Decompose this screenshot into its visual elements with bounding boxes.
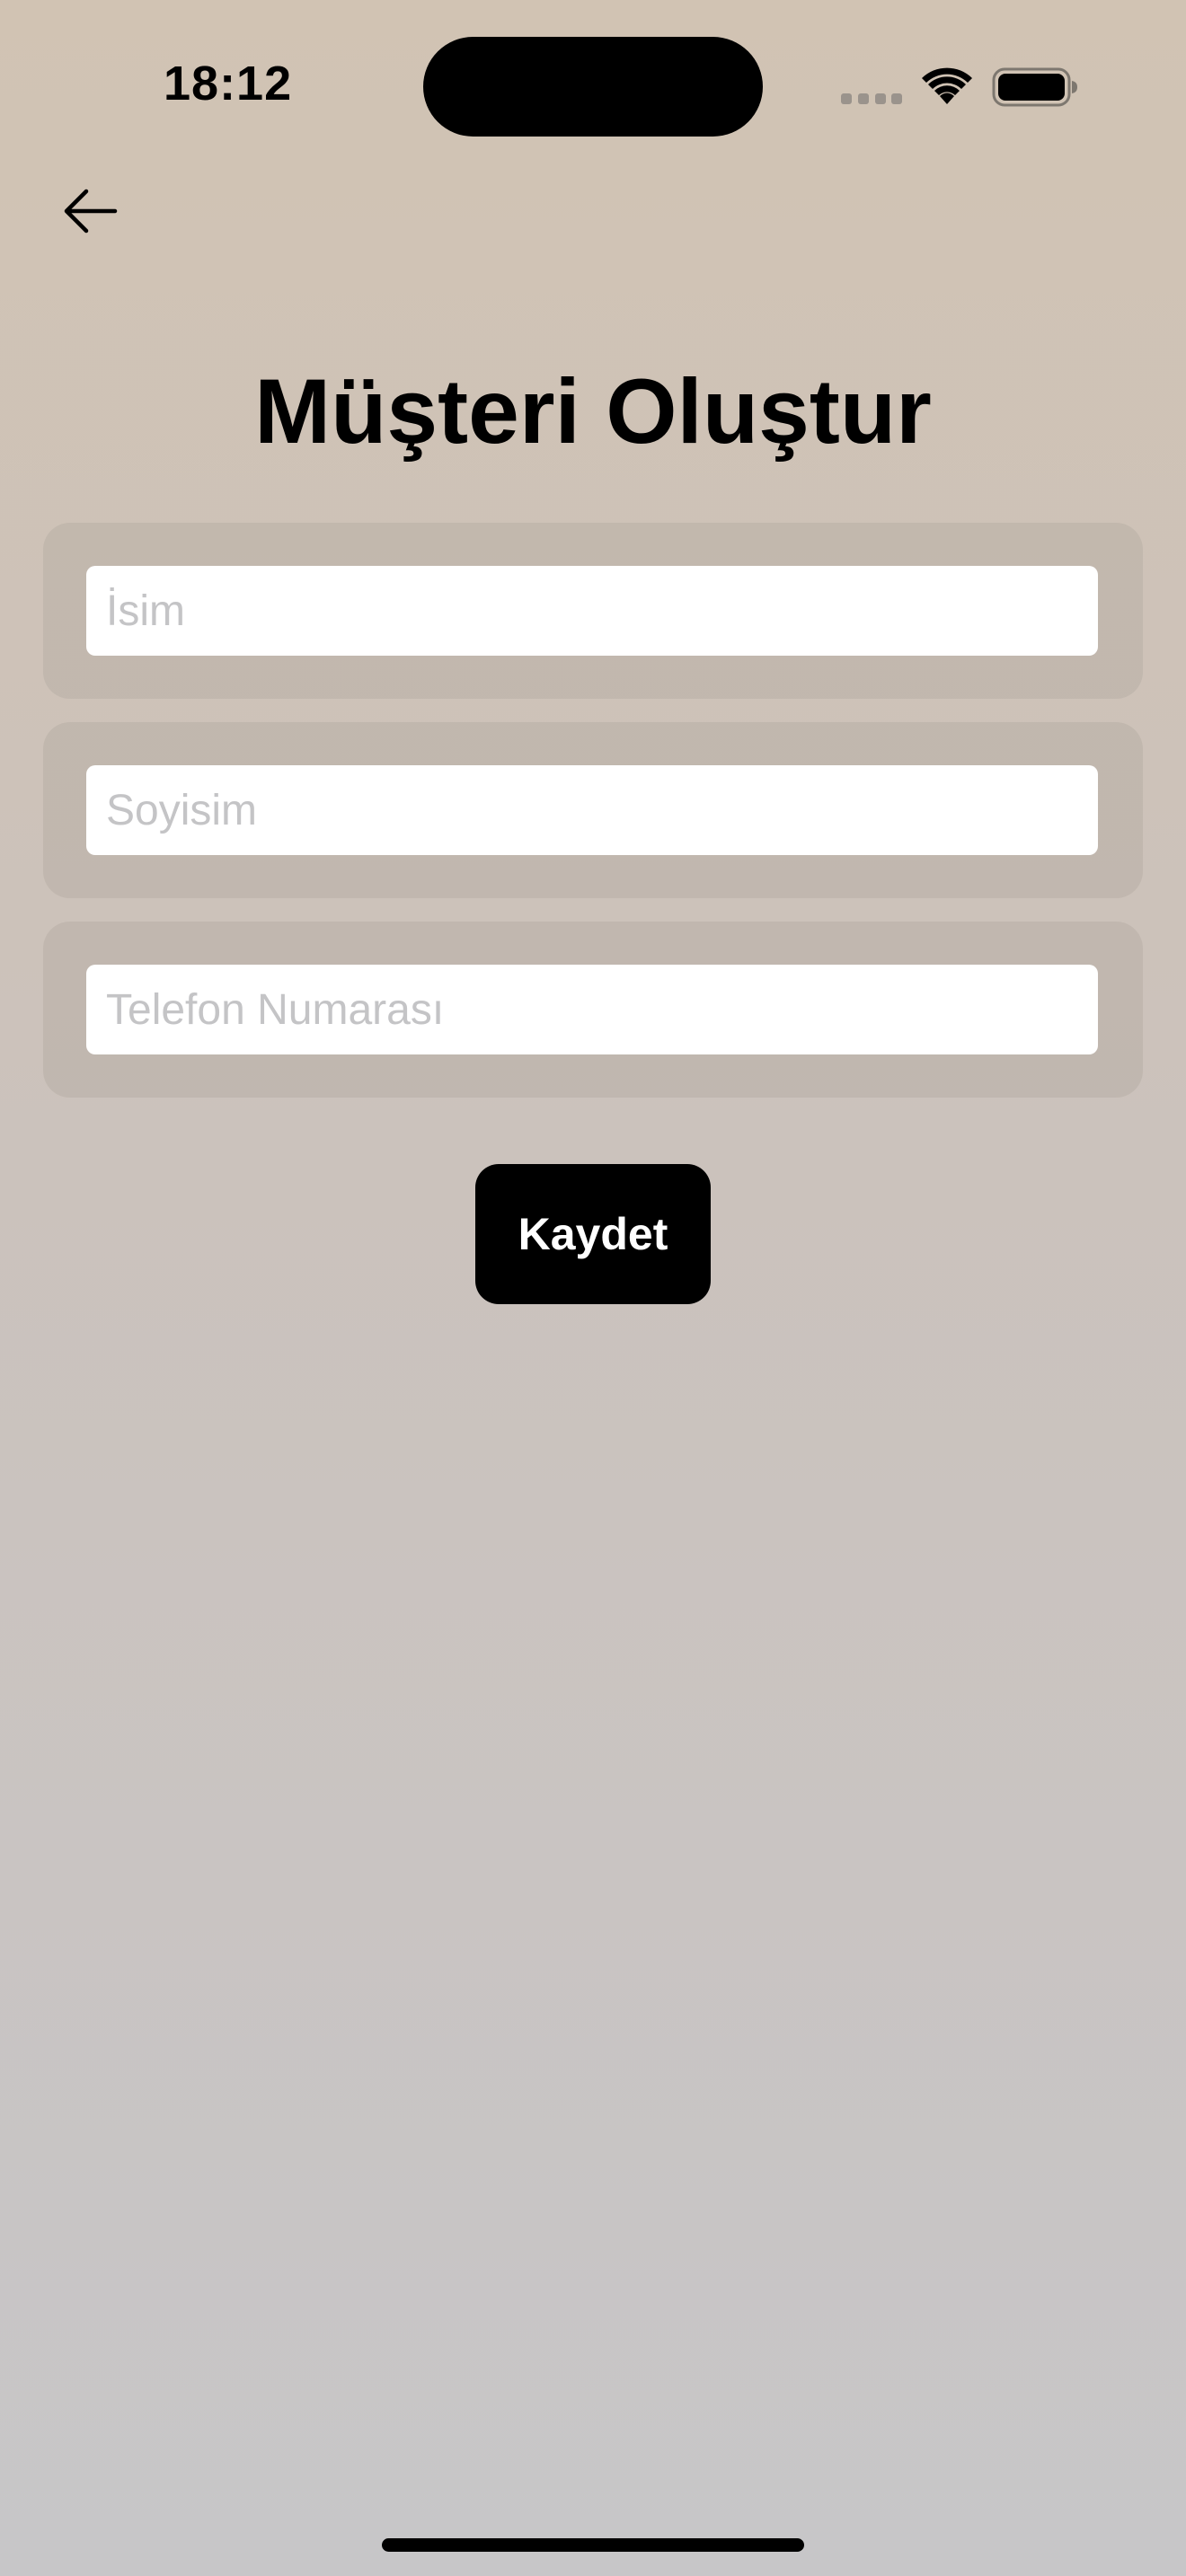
- surname-input[interactable]: [86, 765, 1098, 855]
- battery-icon: [992, 67, 1077, 107]
- phone-field-card: [43, 922, 1143, 1098]
- dynamic-island: [423, 37, 763, 137]
- wifi-icon: [922, 67, 972, 104]
- cellular-signal-icon: [841, 93, 902, 104]
- arrow-left-icon: [64, 189, 118, 234]
- page-title: Müşteri Oluştur: [254, 360, 932, 463]
- home-indicator[interactable]: [382, 2538, 804, 2552]
- name-field-card: [43, 523, 1143, 699]
- surname-field-card: [43, 722, 1143, 898]
- phone-input[interactable]: [86, 965, 1098, 1054]
- status-time: 18:12: [164, 57, 293, 110]
- name-input[interactable]: [86, 566, 1098, 656]
- save-button[interactable]: Kaydet: [475, 1164, 711, 1304]
- back-button[interactable]: [54, 180, 126, 243]
